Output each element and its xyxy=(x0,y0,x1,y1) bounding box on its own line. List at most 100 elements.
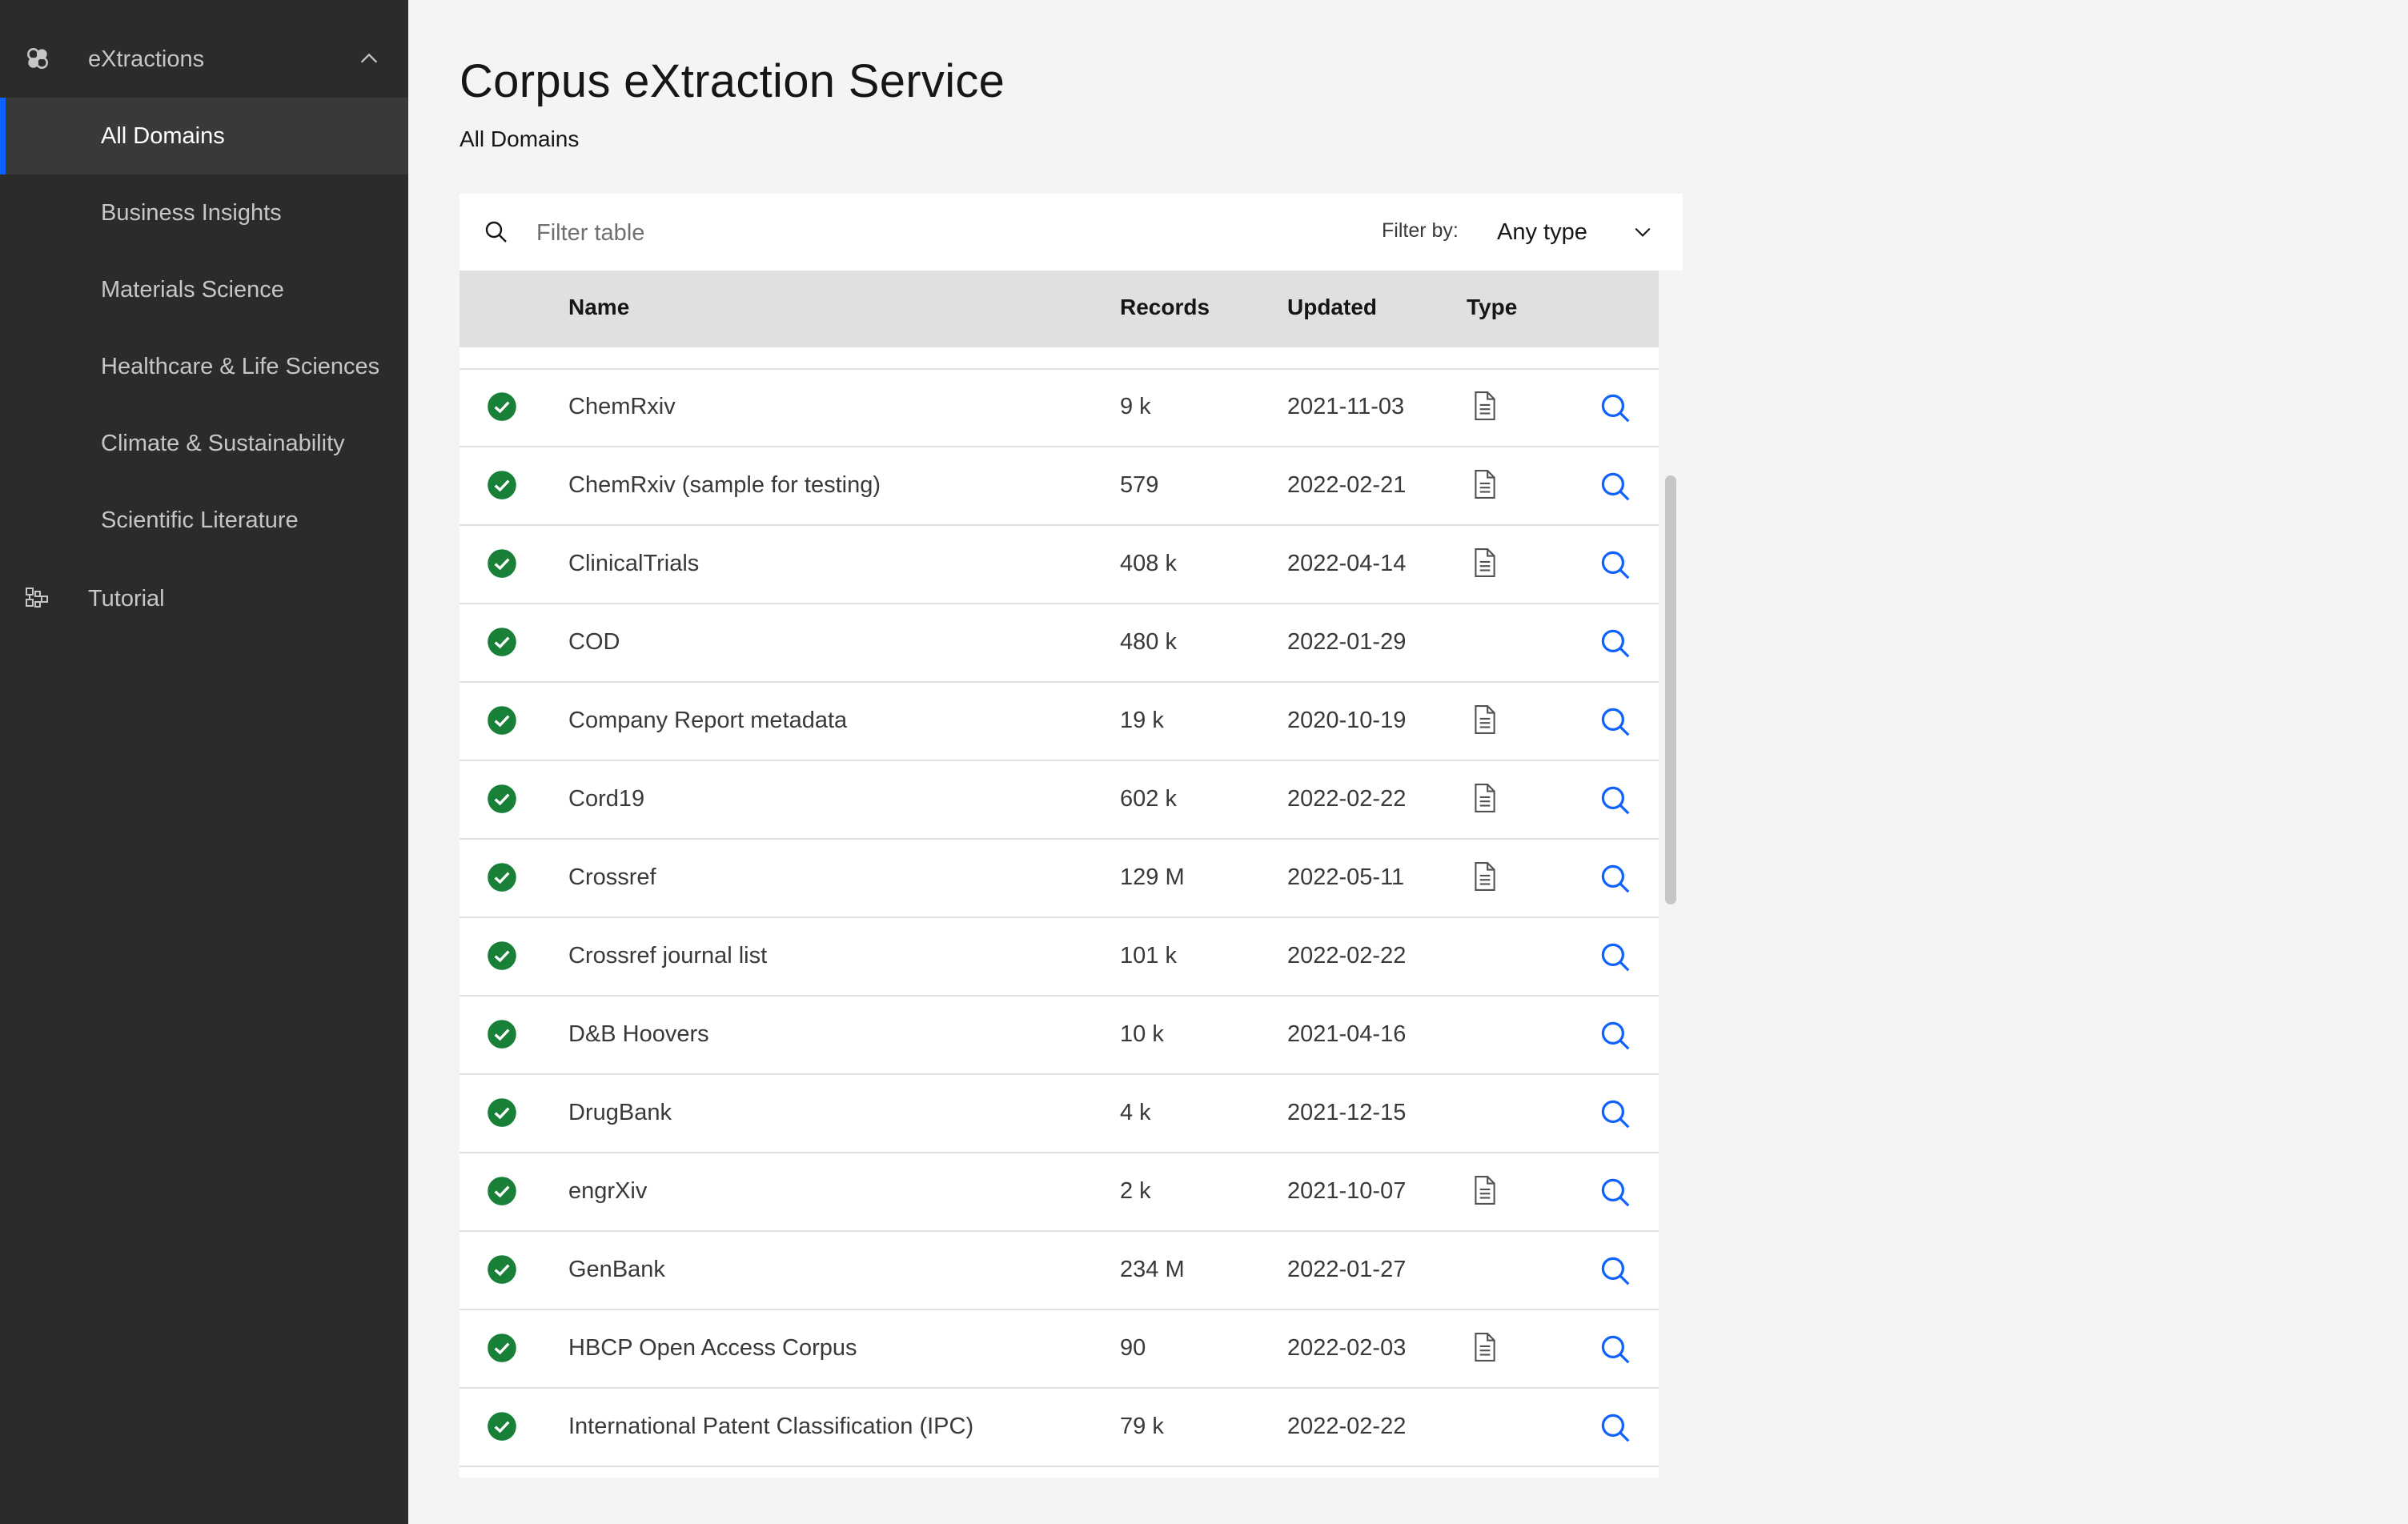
magnifier-icon[interactable] xyxy=(1599,1020,1631,1052)
table-row[interactable]: International Patent Classification (IPC… xyxy=(460,1390,1659,1467)
document-icon xyxy=(1475,470,1495,499)
table-header: Name Records Updated Type xyxy=(460,271,1659,347)
cell-records: 9 k xyxy=(1120,394,1151,419)
cell-name: ChemRxiv xyxy=(568,394,676,419)
table-row[interactable]: ClinicalTrials 408 k 2022-04-14 xyxy=(460,527,1659,604)
table-row[interactable]: ChemRxiv (sample for testing) 579 2022-0… xyxy=(460,448,1659,526)
table-row-partial xyxy=(460,347,1659,370)
table-body: ChemRxiv 9 k 2021-11-03 ChemRxiv (sample… xyxy=(460,347,1659,1478)
sidebar-item-tutorial[interactable]: Tutorial xyxy=(0,560,408,637)
checkmark-filled-icon xyxy=(488,941,516,970)
chevron-down-icon[interactable] xyxy=(1631,221,1654,243)
magnifier-icon[interactable] xyxy=(1599,863,1631,895)
table-row[interactable]: ChemRxiv 9 k 2021-11-03 xyxy=(460,370,1659,447)
cell-name: HBCP Open Access Corpus xyxy=(568,1335,857,1361)
sidebar-item-label: All Domains xyxy=(101,122,225,149)
checkmark-filled-icon xyxy=(488,1177,516,1205)
table-row[interactable]: D&B Hoovers 10 k 2021-04-16 xyxy=(460,997,1659,1075)
filter-label: Filter by: xyxy=(1382,219,1459,242)
cell-updated: 2021-12-15 xyxy=(1287,1100,1407,1125)
table-row[interactable]: Crossref 129 M 2022-05-11 xyxy=(460,840,1659,918)
cell-records: 129 M xyxy=(1120,864,1185,890)
checkmark-filled-icon xyxy=(488,784,516,813)
cell-name: Crossref journal list xyxy=(568,943,768,969)
magnifier-icon[interactable] xyxy=(1599,1177,1631,1209)
cell-records: 101 k xyxy=(1120,943,1177,969)
cell-updated: 2022-01-29 xyxy=(1287,629,1407,655)
cell-updated: 2020-10-19 xyxy=(1287,708,1407,733)
sidebar-item-all-domains[interactable]: All Domains xyxy=(0,98,408,174)
table-row[interactable]: Crossref journal list 101 k 2022-02-22 xyxy=(460,919,1659,997)
cell-name: COD xyxy=(568,629,620,655)
checkmark-filled-icon xyxy=(488,1334,516,1362)
table-row[interactable]: GenBank 234 M 2022-01-27 xyxy=(460,1233,1659,1310)
table-row[interactable]: HBCP Open Access Corpus 90 2022-02-03 xyxy=(460,1311,1659,1389)
cell-records: 10 k xyxy=(1120,1021,1164,1047)
checkmark-filled-icon xyxy=(488,1020,516,1049)
cell-records: 480 k xyxy=(1120,629,1177,655)
magnifier-icon[interactable] xyxy=(1599,1098,1631,1130)
magnifier-icon[interactable] xyxy=(1599,549,1631,581)
magnifier-icon[interactable] xyxy=(1599,941,1631,973)
magnifier-icon[interactable] xyxy=(1599,1255,1631,1287)
checkmark-filled-icon xyxy=(488,1255,516,1284)
search-input[interactable] xyxy=(535,211,1258,255)
magnifier-icon[interactable] xyxy=(1599,392,1631,424)
cell-records: 19 k xyxy=(1120,708,1164,733)
cell-name: DrugBank xyxy=(568,1100,672,1125)
cell-updated: 2022-05-11 xyxy=(1287,864,1405,890)
magnifier-icon[interactable] xyxy=(1599,784,1631,816)
cell-name: GenBank xyxy=(568,1257,665,1282)
document-icon xyxy=(1475,391,1495,420)
sidebar-item-label: Business Insights xyxy=(101,199,282,226)
breadcrumb: All Domains xyxy=(460,126,580,151)
cell-records: 579 xyxy=(1120,472,1159,498)
cell-records: 4 k xyxy=(1120,1100,1151,1125)
cell-name: ChemRxiv (sample for testing) xyxy=(568,472,881,498)
scrollbar-thumb[interactable] xyxy=(1665,475,1676,904)
cell-updated: 2022-02-22 xyxy=(1287,786,1407,812)
chevron-up-icon[interactable] xyxy=(357,46,381,70)
column-header-updated[interactable]: Updated xyxy=(1287,295,1377,320)
sidebar-item-scientific-literature[interactable]: Scientific Literature xyxy=(0,482,408,559)
sidebar-item-label: Scientific Literature xyxy=(101,507,299,533)
column-header-records[interactable]: Records xyxy=(1120,295,1210,320)
page-title: Corpus eXtraction Service xyxy=(460,55,1005,107)
cell-updated: 2022-02-22 xyxy=(1287,1414,1407,1439)
document-icon xyxy=(1475,705,1495,734)
magnifier-icon[interactable] xyxy=(1599,1412,1631,1444)
checkmark-filled-icon xyxy=(488,392,516,421)
sidebar-item-label: Healthcare & Life Sciences xyxy=(101,353,380,379)
table-row[interactable]: Cord19 602 k 2022-02-22 xyxy=(460,762,1659,840)
magnifier-icon[interactable] xyxy=(1599,628,1631,660)
sidebar-item-business-insights[interactable]: Business Insights xyxy=(0,174,408,251)
cell-records: 79 k xyxy=(1120,1414,1164,1439)
cell-updated: 2021-10-07 xyxy=(1287,1178,1407,1204)
document-icon xyxy=(1475,1176,1495,1205)
cell-name: International Patent Classification (IPC… xyxy=(568,1414,974,1439)
table-row[interactable]: engrXiv 2 k 2021-10-07 xyxy=(460,1154,1659,1232)
cell-name: Cord19 xyxy=(568,786,645,812)
magnifier-icon[interactable] xyxy=(1599,706,1631,738)
checkmark-filled-icon xyxy=(488,471,516,499)
type-filter-value: Any type xyxy=(1497,219,1587,245)
sidebar-item-climate-sustainability[interactable]: Climate & Sustainability xyxy=(0,405,408,482)
sidebar-item-label: Materials Science xyxy=(101,276,284,303)
table-row[interactable]: DrugBank 4 k 2021-12-15 xyxy=(460,1076,1659,1153)
document-icon xyxy=(1475,862,1495,891)
sidebar-item-healthcare-life-sciences[interactable]: Healthcare & Life Sciences xyxy=(0,328,408,405)
table-row[interactable]: COD 480 k 2022-01-29 xyxy=(460,605,1659,683)
cell-updated: 2021-11-03 xyxy=(1287,394,1405,419)
magnifier-icon[interactable] xyxy=(1599,1334,1631,1366)
cell-records: 602 k xyxy=(1120,786,1177,812)
nav-group-extractions[interactable]: eXtractions xyxy=(0,21,408,98)
cell-updated: 2022-02-22 xyxy=(1287,943,1407,969)
cell-updated: 2022-02-21 xyxy=(1287,472,1407,498)
sidebar-item-materials-science[interactable]: Materials Science xyxy=(0,251,408,328)
sidebar-item-label: Tutorial xyxy=(88,585,165,612)
cell-records: 90 xyxy=(1120,1335,1146,1361)
column-header-type[interactable]: Type xyxy=(1467,295,1517,320)
table-row[interactable]: Company Report metadata 19 k 2020-10-19 xyxy=(460,684,1659,761)
magnifier-icon[interactable] xyxy=(1599,471,1631,503)
column-header-name[interactable]: Name xyxy=(568,295,629,320)
